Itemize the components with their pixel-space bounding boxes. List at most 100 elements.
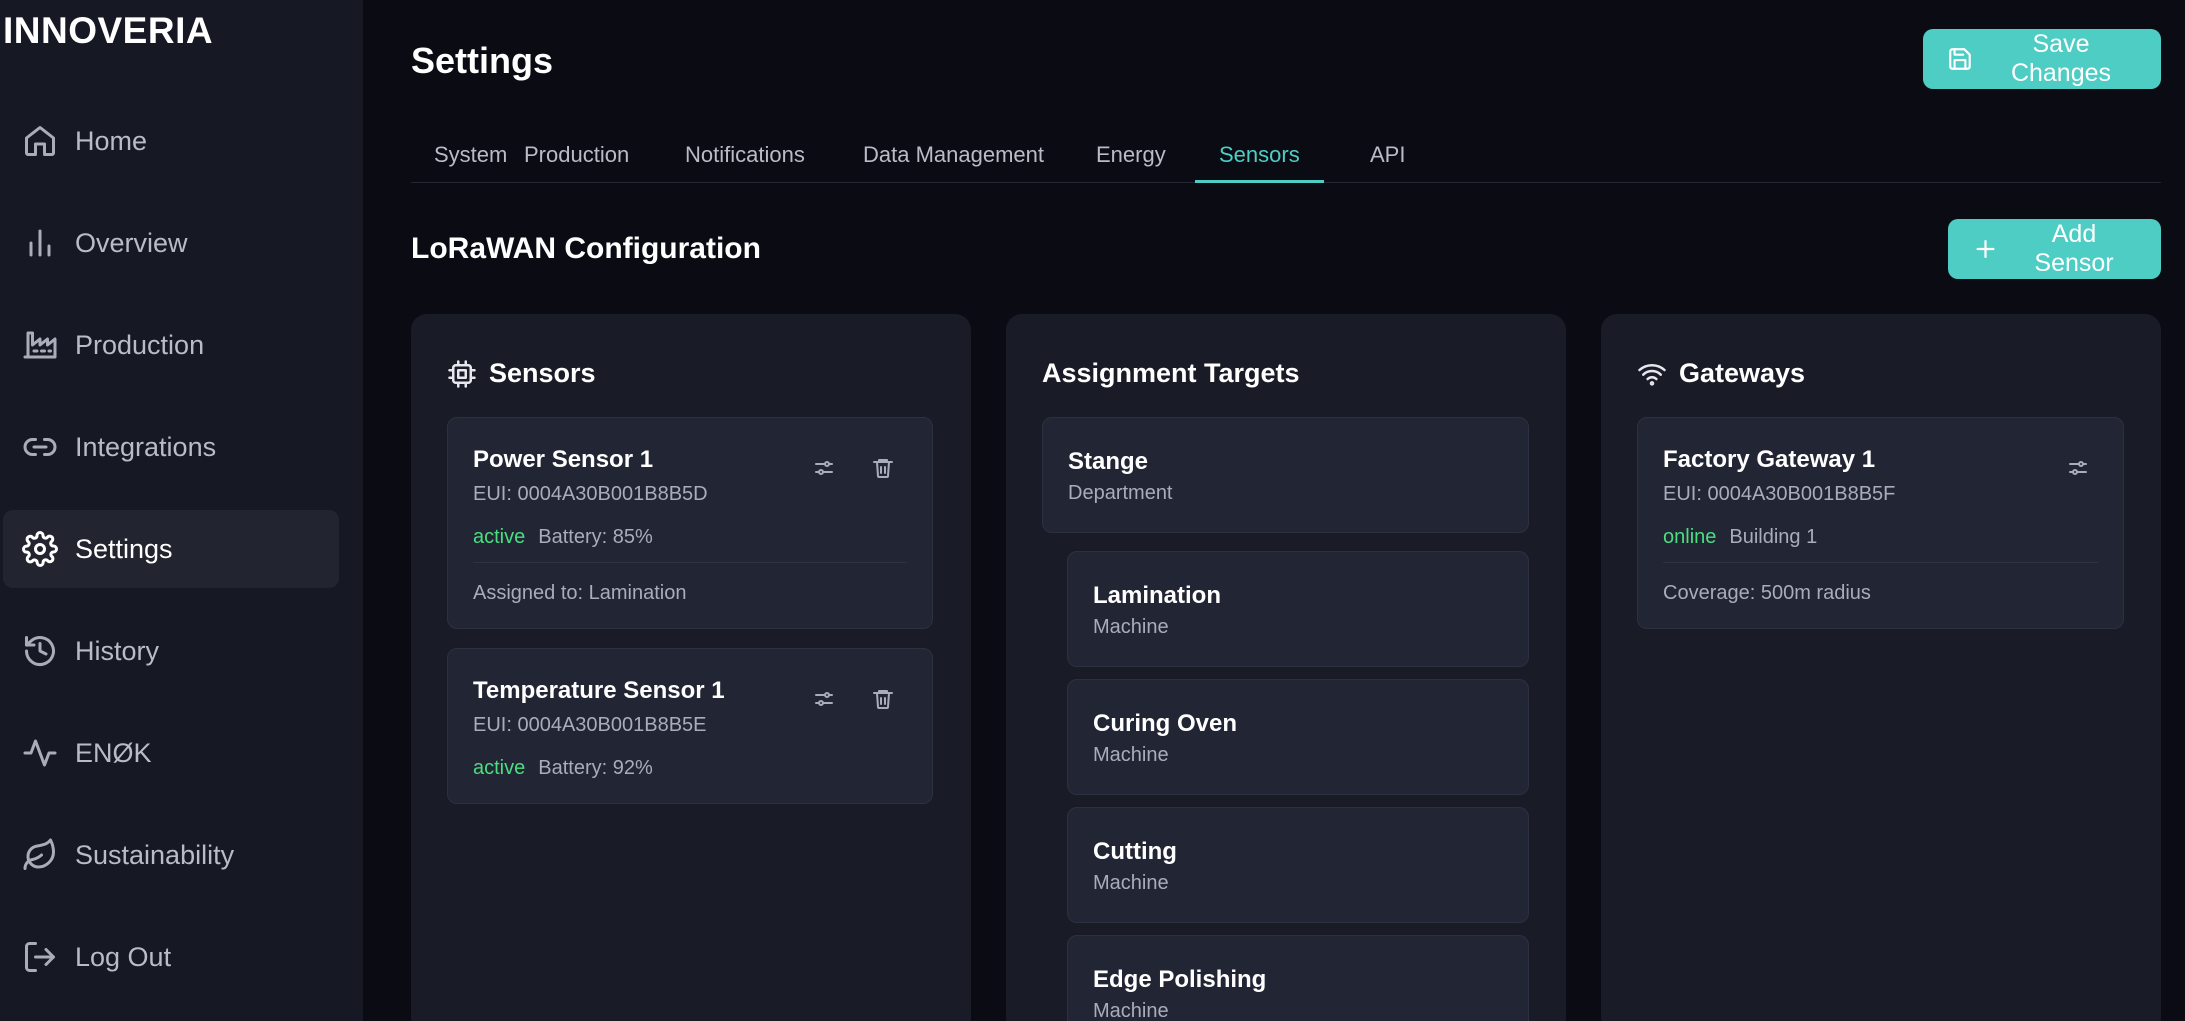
main-content: Settings Save Changes System Production … [363,0,2185,1021]
target-type: Machine [1093,1000,1169,1021]
save-changes-button[interactable]: Save Changes [1923,29,2161,89]
gateway-location: Building 1 [1729,526,1818,548]
target-card[interactable]: Cutting Machine [1067,807,1529,923]
sensor-eui: EUI: 0004A30B001B8B5D [473,483,708,505]
sidebar-item-home[interactable]: Home [3,102,339,180]
gateway-coverage: Coverage: 500m radius [1663,582,1871,604]
sidebar-item-label: Integrations [75,431,217,462]
sidebar-item-overview[interactable]: Overview [3,204,339,282]
sensor-assignment: Assigned to: Lamination [473,582,687,604]
sensors-panel-title: Sensors [447,358,596,389]
gateways-panel: Gateways Factory Gateway 1 EUI: 0004A30B… [1601,314,2161,1021]
assignment-targets-title: Assignment Targets [1042,358,1300,388]
gateway-eui: EUI: 0004A30B001B8B5F [1663,483,1896,505]
target-card[interactable]: Edge Polishing Machine [1067,935,1529,1021]
sensor-delete-button[interactable] [867,683,899,715]
target-name: Stange [1068,448,1149,475]
sensor-settings-button[interactable] [808,683,840,715]
tab-api[interactable]: API [1370,142,1405,183]
divider [473,562,907,563]
target-card[interactable]: Lamination Machine [1067,551,1529,667]
sensors-title-text: Sensors [489,358,596,388]
sidebar-item-label: Home [75,125,148,156]
tab-notifications[interactable]: Notifications [685,142,805,183]
sidebar-item-label: Overview [75,227,188,258]
gear-icon [22,531,58,567]
target-type: Machine [1093,744,1169,766]
sidebar-item-production[interactable]: Production [3,306,339,384]
target-type: Department [1068,482,1173,504]
sidebar-item-enok[interactable]: ENØK [3,714,339,792]
add-sensor-button[interactable]: Add Sensor [1948,219,2161,279]
save-icon [1949,48,1971,70]
sidebar-item-label: Settings [75,533,173,564]
leaf-icon [22,837,58,873]
activity-icon [22,735,58,771]
link-icon [22,429,58,465]
gateways-title-text: Gateways [1679,358,1806,388]
tab-production[interactable]: Production [524,142,629,183]
home-icon [22,123,58,159]
tab-energy[interactable]: Energy [1096,142,1166,183]
brand-logo: INNOVERIA [3,10,214,51]
target-name: Edge Polishing [1093,966,1267,993]
plus-icon [1976,240,1995,258]
history-icon [22,633,58,669]
sliders-icon [815,692,833,706]
trash-icon [873,690,893,709]
divider [1663,562,2098,563]
trash-icon [873,459,893,478]
sidebar-item-logout[interactable]: Log Out [3,918,339,996]
sidebar: INNOVERIA Home Overview Production Integ… [0,0,363,1021]
gateway-settings-button[interactable] [2062,452,2094,484]
gateway-status-row: online Building 1 [1663,526,1817,549]
sensor-card[interactable]: Temperature Sensor 1 EUI: 0004A30B001B8B… [447,648,933,804]
gateways-panel-title: Gateways [1637,358,1805,389]
save-changes-label: Save Changes [2010,30,2112,87]
sliders-icon [2069,461,2087,475]
sensor-status-row: active Battery: 92% [473,757,653,780]
battery-level: Battery: 85% [538,526,653,548]
factory-icon [22,327,58,363]
target-type: Machine [1093,616,1169,638]
target-card[interactable]: Stange Department [1042,417,1529,533]
gateway-name: Factory Gateway 1 [1663,446,1876,473]
sidebar-item-label: Production [75,329,205,360]
sensor-status-row: active Battery: 85% [473,526,653,549]
sidebar-item-label: Sustainability [75,839,235,870]
gateway-card[interactable]: Factory Gateway 1 EUI: 0004A30B001B8B5F … [1637,417,2124,629]
wifi-icon [1638,363,1666,386]
settings-tabs: System Production Notifications Data Man… [411,130,2161,183]
sidebar-item-settings[interactable]: Settings [3,510,339,588]
sensors-panel: Sensors Power Sensor 1 EUI: 0004A30B001B… [411,314,971,1021]
sidebar-item-integrations[interactable]: Integrations [3,408,339,486]
sidebar-item-sustainability[interactable]: Sustainability [3,816,339,894]
tab-sensors[interactable]: Sensors [1195,142,1324,183]
target-name: Curing Oven [1093,710,1238,737]
sidebar-item-label: ENØK [75,737,152,768]
target-type: Machine [1093,872,1169,894]
chip-icon [448,359,476,388]
status-badge: online [1663,526,1717,548]
logout-icon [22,939,58,975]
sensor-eui: EUI: 0004A30B001B8B5E [473,714,707,736]
sidebar-item-label: History [75,635,160,666]
target-name: Cutting [1093,838,1177,865]
sensor-delete-button[interactable] [867,452,899,484]
page-title: Settings [411,40,554,81]
battery-level: Battery: 92% [538,757,653,779]
sensor-name: Temperature Sensor 1 [473,677,725,704]
assignment-targets-panel: Assignment Targets Stange Department Lam… [1006,314,1566,1021]
sensor-settings-button[interactable] [808,452,840,484]
sidebar-item-history[interactable]: History [3,612,339,690]
sensor-card[interactable]: Power Sensor 1 EUI: 0004A30B001B8B5D act… [447,417,933,629]
target-card[interactable]: Curing Oven Machine [1067,679,1529,795]
add-sensor-label: Add Sensor [2034,220,2114,277]
tab-system[interactable]: System [434,142,507,183]
status-badge: active [473,757,526,779]
tab-data-management[interactable]: Data Management [863,142,1044,183]
target-name: Lamination [1093,582,1222,609]
status-badge: active [473,526,526,548]
sidebar-item-label: Log Out [75,941,172,972]
sensor-name: Power Sensor 1 [473,446,654,473]
